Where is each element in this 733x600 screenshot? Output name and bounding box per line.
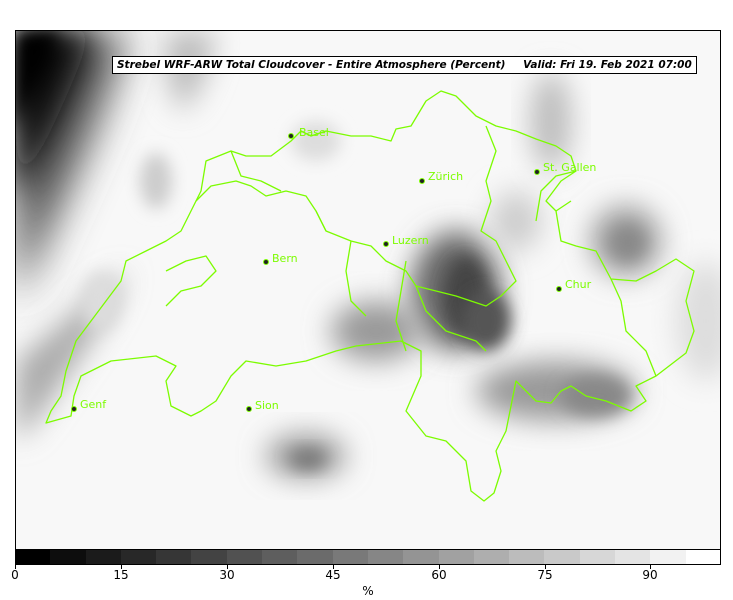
colorbar-segment [297, 549, 333, 565]
country-borders [45, 90, 695, 502]
colorbar-segment [579, 549, 616, 565]
colorbar-tick-label: 0 [11, 568, 19, 582]
colorbar-tick-label: 75 [537, 568, 553, 582]
city-label-luzern: Luzern [392, 234, 429, 247]
colorbar-segment [50, 549, 86, 565]
city-marker [534, 169, 540, 175]
colorbar-tick-label: 60 [431, 568, 447, 582]
city-marker [263, 259, 269, 265]
colorbar-tick-label: 15 [113, 568, 129, 582]
colorbar-segment [332, 549, 368, 565]
map-frame: Basel Zürich St. Gallen Luzern Bern Chur… [15, 30, 721, 550]
colorbar-segment [120, 549, 157, 565]
city-marker [246, 406, 252, 412]
map-title: Strebel WRF-ARW Total Cloudcover - Entir… [112, 56, 697, 74]
colorbar-tick-label: 45 [325, 568, 341, 582]
colorbar [15, 549, 721, 565]
title-text: Strebel WRF-ARW Total Cloudcover - Entir… [117, 59, 506, 71]
colorbar-segment [685, 549, 721, 565]
colorbar-segment [15, 549, 51, 565]
colorbar-segment [544, 549, 580, 565]
colorbar-segment [367, 549, 404, 565]
colorbar-segment [85, 549, 121, 565]
colorbar-segment [156, 549, 192, 565]
city-marker [556, 286, 562, 292]
colorbar-segment [650, 549, 686, 565]
colorbar-segment [262, 549, 298, 565]
colorbar-segment [509, 549, 545, 565]
cloud-field [16, 31, 720, 478]
city-label-bern: Bern [272, 252, 298, 265]
colorbar-segment [438, 549, 474, 565]
city-marker [383, 241, 389, 247]
city-label-chur: Chur [565, 278, 592, 291]
city-marker [288, 133, 294, 139]
colorbar-segment [191, 549, 227, 565]
colorbar-tick-label: 30 [219, 568, 235, 582]
city-marker [71, 406, 77, 412]
colorbar-segment [403, 549, 439, 565]
colorbar-segment [615, 549, 651, 565]
valid-time: Valid: Fri 19. Feb 2021 07:00 [523, 59, 692, 71]
colorbar-unit: % [362, 584, 374, 598]
city-label-st-gallen: St. Gallen [543, 161, 597, 174]
city-label-basel: Basel [299, 126, 329, 139]
city-label-zurich: Zürich [428, 170, 464, 183]
colorbar-tick-label: 90 [642, 568, 658, 582]
city-marker [419, 178, 425, 184]
colorbar-segment [226, 549, 263, 565]
colorbar-segment [473, 549, 510, 565]
city-label-genf: Genf [80, 398, 107, 411]
cloudcover-map [16, 31, 720, 502]
city-label-sion: Sion [255, 399, 279, 412]
